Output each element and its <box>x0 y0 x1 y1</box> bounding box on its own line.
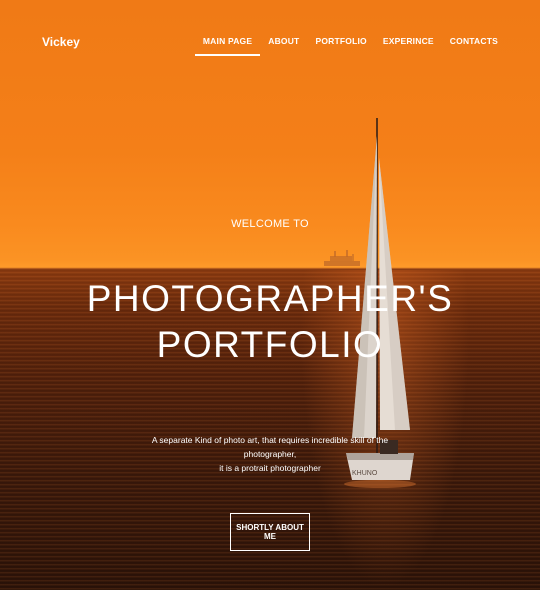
nav-item-portfolio[interactable]: PORTFOLIO <box>315 36 366 56</box>
description-line-1: A separate Kind of photo art, that requi… <box>151 435 389 459</box>
brand-logo[interactable]: Vickey <box>42 35 80 49</box>
page-title: PHOTOGRAPHER'S PORTFOLIO <box>0 276 540 368</box>
nav-item-contacts[interactable]: CONTACTS <box>450 36 498 56</box>
welcome-text: WELCOME TO <box>231 218 309 230</box>
main-navigation: MAIN PAGE ABOUT PORTFOLIO EXPERINCE CONT… <box>194 36 498 56</box>
title-line-1: PHOTOGRAPHER'S <box>86 278 454 319</box>
hero-description: A separate Kind of photo art, that requi… <box>150 433 390 475</box>
nav-item-about[interactable]: ABOUT <box>268 36 299 56</box>
title-line-2: PORTFOLIO <box>156 324 384 365</box>
nav-item-experience[interactable]: EXPERINCE <box>383 36 434 56</box>
hero-section: KHUNO Vickey MAIN PAGE ABOUT PORTFOLIO E… <box>0 0 540 590</box>
description-line-2: it is a protrait photographer <box>219 463 321 473</box>
nav-item-main-page[interactable]: MAIN PAGE <box>194 36 261 56</box>
shortly-about-me-button[interactable]: SHORTLY ABOUT ME <box>230 513 310 551</box>
